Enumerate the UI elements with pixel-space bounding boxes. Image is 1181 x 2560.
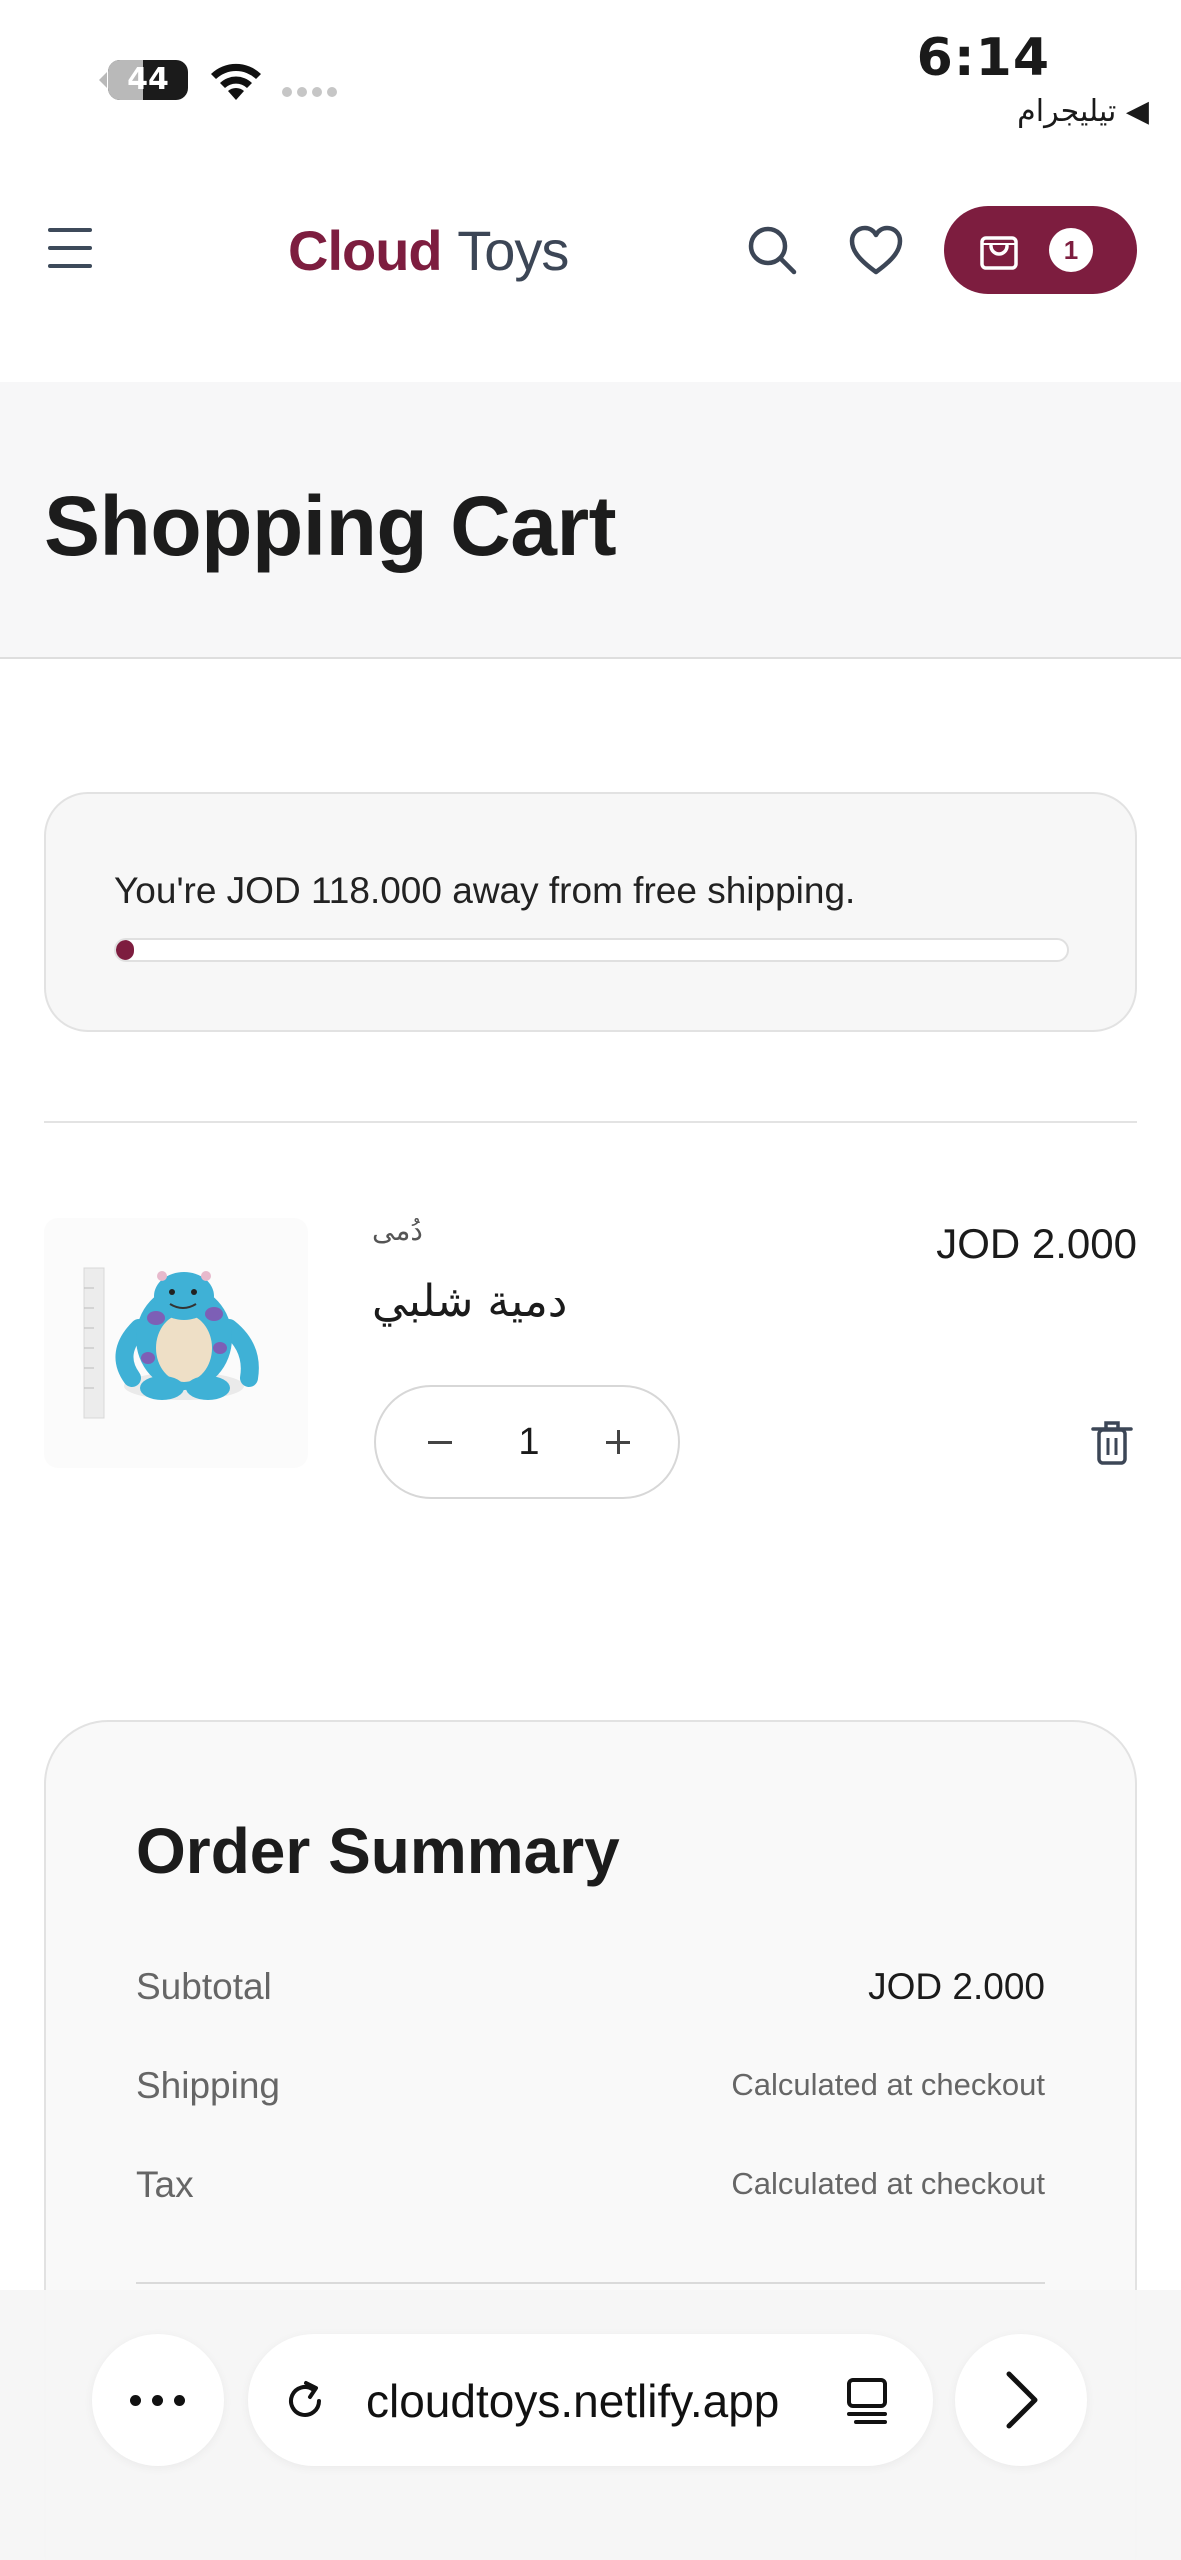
shipping-value: Calculated at checkout	[731, 2067, 1045, 2102]
battery-level: 44	[127, 62, 169, 97]
status-time: 6:14	[916, 28, 1050, 88]
site-header: Cloud Toys 1	[0, 180, 1181, 320]
reload-icon[interactable]	[282, 2378, 328, 2424]
forward-button[interactable]	[955, 2334, 1087, 2466]
subtotal-row: Subtotal JOD 2.000	[136, 1966, 1045, 2016]
decrease-quantity-button[interactable]	[416, 1417, 466, 1467]
quantity-stepper: 1	[374, 1385, 680, 1499]
tax-label: Tax	[136, 2164, 194, 2205]
page-title-band: Shopping Cart	[0, 382, 1181, 659]
logo-text-toys: Toys	[457, 219, 569, 282]
status-bar: 44 6:14 ◀ تيليجرام	[0, 0, 1181, 150]
tax-row: Tax Calculated at checkout	[136, 2164, 1045, 2214]
forward-icon	[1006, 2371, 1038, 2429]
battery-indicator: 44	[108, 60, 188, 100]
product-name[interactable]: دمية شلبي	[372, 1276, 567, 1327]
quantity-value: 1	[518, 1421, 540, 1463]
heart-icon[interactable]	[846, 222, 906, 282]
browser-toolbar: cloudtoys.netlify.app	[0, 2290, 1181, 2560]
product-category: دُمى	[372, 1214, 423, 1247]
trash-icon[interactable]	[1090, 1418, 1134, 1466]
shipping-label: Shipping	[136, 2065, 281, 2106]
shipping-row: Shipping Calculated at checkout	[136, 2065, 1045, 2115]
cart-count-badge: 1	[1049, 228, 1093, 272]
plush-toy-image	[83, 1267, 259, 1419]
divider	[44, 1121, 1137, 1123]
product-price: JOD 2.000	[936, 1220, 1137, 1267]
subtotal-label: Subtotal	[136, 1966, 272, 2007]
shopping-bag-icon	[980, 236, 1018, 270]
search-icon[interactable]	[742, 220, 802, 280]
tax-value: Calculated at checkout	[731, 2166, 1045, 2201]
logo-text-cloud: Cloud	[288, 219, 443, 282]
increase-quantity-button[interactable]	[594, 1417, 644, 1467]
subtotal-value: JOD 2.000	[868, 1966, 1045, 2007]
free-shipping-progress-fill	[116, 940, 135, 960]
reader-icon[interactable]	[844, 2376, 890, 2426]
site-logo[interactable]: Cloud Toys	[288, 218, 569, 283]
free-shipping-progress-bar	[114, 938, 1069, 962]
free-shipping-banner: You're JOD 118.000 away from free shippi…	[44, 792, 1137, 1032]
back-to-app-link[interactable]: ◀ تيليجرام	[1017, 94, 1149, 129]
cart-button[interactable]: 1	[944, 206, 1137, 294]
summary-divider	[136, 2282, 1045, 2284]
signal-icon	[282, 84, 342, 102]
menu-icon[interactable]	[48, 228, 94, 268]
url-text: cloudtoys.netlify.app	[366, 2375, 780, 2427]
order-summary-title: Order Summary	[136, 1815, 620, 1887]
address-bar[interactable]: cloudtoys.netlify.app	[248, 2334, 933, 2466]
wifi-icon	[211, 63, 261, 100]
product-image[interactable]	[44, 1218, 308, 1468]
more-button[interactable]	[92, 2334, 224, 2466]
page-title: Shopping Cart	[44, 479, 617, 573]
free-shipping-message: You're JOD 118.000 away from free shippi…	[114, 870, 856, 911]
